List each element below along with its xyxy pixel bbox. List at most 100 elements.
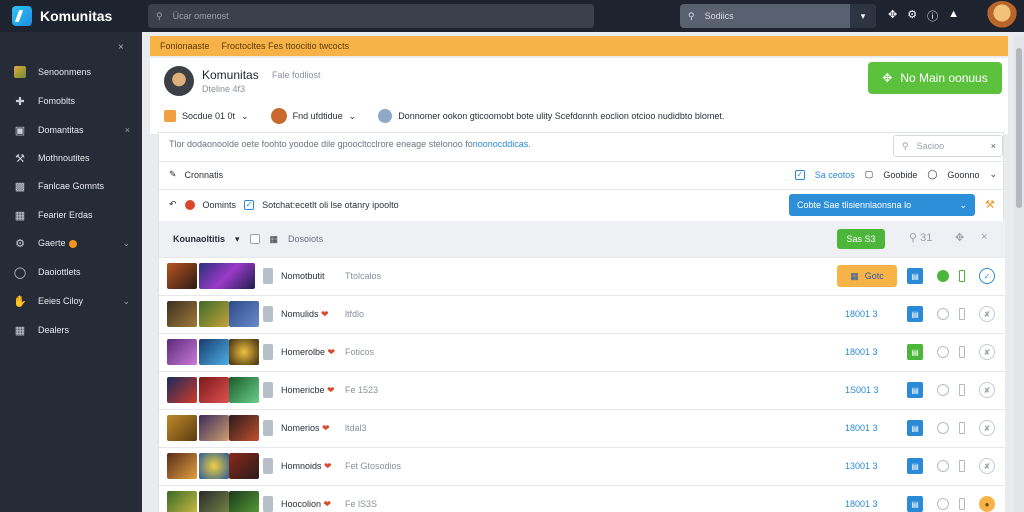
sidebar-item-4[interactable]: ▩ Fanlcae Gomnts (14, 180, 130, 193)
user-avatar (263, 458, 273, 474)
row-number: 18001 3 (845, 423, 878, 433)
status-icon (937, 422, 949, 434)
panel-search-input[interactable]: ⚲ Sacioo × (893, 135, 1003, 157)
bell-icon[interactable]: ▲ (948, 8, 959, 24)
row-name[interactable]: Homerolbe ❤ (281, 347, 335, 358)
action-icon[interactable]: ✘ (979, 306, 995, 322)
close-icon[interactable]: × (991, 141, 996, 151)
square-icon: ▢ (864, 169, 874, 179)
sidebar-item-7[interactable]: ◯ Daoiottlets (14, 266, 130, 279)
bulk-action-button[interactable]: Cobte Sae tlisiennlaonsna lo ⌄ (789, 194, 975, 216)
table-row[interactable]: Homerolbe ❤ Foticos 18001 3 ▤ ✘ (159, 333, 1005, 371)
scrollbar-thumb[interactable] (1016, 48, 1022, 208)
document-icon[interactable]: ▤ (907, 268, 923, 284)
row-name[interactable]: Homericbe ❤ (281, 385, 335, 396)
status-icon (937, 346, 949, 358)
row-tag: Fe lS3S (345, 499, 378, 509)
search-icon: ⚲ (688, 10, 695, 21)
dropdown-toggle[interactable]: ▾ (850, 4, 876, 28)
checkbox-label: Sotchat:ecetlt oli lse otanry ipoolto (262, 199, 399, 210)
checkbox[interactable] (249, 234, 260, 244)
primary-action-button[interactable]: ✥ No Main oonuus (868, 62, 1002, 94)
document-icon[interactable]: ▤ (907, 496, 923, 512)
owner-avatar (270, 108, 287, 124)
document-icon[interactable]: ▤ (907, 420, 923, 436)
status-pill[interactable]: ▦ Gotc (837, 265, 897, 287)
table-row[interactable]: Nomerios ❤ ltdal3 18001 3 ▤ ✘ (159, 409, 1005, 447)
edit-icon[interactable]: ✎ (169, 169, 177, 180)
document-icon[interactable]: ▤ (907, 306, 923, 322)
sidebar-item-3[interactable]: ⚒ Mothnoutites (14, 152, 130, 165)
table-row[interactable]: Nomotbutit Ttolcalos ▦ Gotc ▤ ✓ (159, 257, 1005, 295)
puzzle-icon[interactable]: ✥ (955, 231, 964, 244)
collapse-icon[interactable]: × (125, 125, 130, 135)
chevron-down-icon[interactable]: ⌄ (122, 238, 130, 249)
global-search-input[interactable]: ⚲ Ücar omenost (148, 4, 594, 28)
notice-link[interactable]: noonocddicas. (473, 139, 531, 149)
filter-option-2[interactable]: Goobide (883, 170, 917, 180)
chevron-down-icon[interactable]: ⌄ (989, 169, 997, 180)
refresh-icon[interactable]: ↶ (169, 199, 177, 210)
row-name[interactable]: Hoocolion ❤ (281, 499, 331, 510)
heart-icon: ❤ (324, 461, 332, 471)
close-icon[interactable]: × (118, 42, 124, 53)
chevron-down-icon[interactable]: ⌄ (122, 296, 130, 307)
row-name[interactable]: Homnoids ❤ (281, 461, 332, 472)
sidebar-item-6[interactable]: ⚙ Gaerte ⌄ (14, 237, 130, 250)
puzzle-icon[interactable]: ✥ (888, 8, 897, 24)
close-icon[interactable]: × (981, 231, 987, 243)
action-icon[interactable]: ✘ (979, 344, 995, 360)
sidebar-item-9[interactable]: ▦ Dealers (14, 324, 130, 337)
table-row[interactable]: Homericbe ❤ Fe 1523 1S001 3 ▤ ✘ (159, 371, 1005, 409)
app-logo[interactable]: Komunitas (0, 6, 142, 26)
user-avatar (263, 496, 273, 512)
table-row[interactable]: Hoocolion ❤ Fe lS3S 18001 3 ▤ ● (159, 485, 1005, 512)
chevron-down-icon[interactable]: ⌄ (241, 111, 249, 122)
user-avatar (263, 382, 273, 398)
vertical-scrollbar[interactable] (1014, 36, 1024, 512)
document-icon[interactable]: ▤ (907, 382, 923, 398)
action-icon[interactable]: ✘ (979, 382, 995, 398)
check-icon[interactable]: ✓ (979, 268, 995, 284)
meta-select-1[interactable]: Socdue 01 0t (182, 111, 235, 121)
chevron-down-icon[interactable]: ⌄ (349, 111, 357, 122)
status-icon (937, 498, 949, 510)
document-icon[interactable]: ▤ (907, 344, 923, 360)
row-name[interactable]: Nomotbutit (281, 271, 325, 281)
sort-select[interactable]: Kounaoltitis (173, 234, 225, 244)
add-button[interactable]: Sas S3 (837, 229, 885, 249)
checkbox[interactable]: ✓ (794, 169, 805, 180)
sidebar-item-8[interactable]: ✋ Eeies Ciloy ⌄ (13, 295, 130, 308)
row-name[interactable]: Nomulids ❤ (281, 309, 329, 320)
action-icon[interactable]: ✘ (979, 420, 995, 436)
row-name-text: Nomerios (281, 423, 320, 433)
info-icon[interactable]: ⓘ (927, 8, 938, 24)
filter-option-1[interactable]: Sa ceotos (815, 170, 855, 180)
thumbnail (229, 301, 259, 327)
document-icon[interactable]: ▤ (907, 458, 923, 474)
chevron-down-icon[interactable]: ▾ (235, 234, 240, 245)
tools-icon[interactable]: ⚒ (985, 198, 995, 211)
heart-icon: ❤ (323, 499, 332, 509)
thumbnail (167, 377, 197, 403)
gear-icon[interactable]: ⚙ (907, 8, 917, 24)
secondary-search[interactable]: ⚲ Sodiics ▾ (680, 4, 876, 28)
sidebar-item-5[interactable]: ▦ Fearier Erdas (14, 209, 130, 222)
sidebar-item-2[interactable]: ▣ Domantitas × (14, 124, 130, 137)
meta-select-2[interactable]: Fnd ufdtidue (293, 111, 343, 121)
thumbnail (167, 415, 197, 441)
table-row[interactable]: Nomulids ❤ ltfdlo 18001 3 ▤ ✘ (159, 295, 1005, 333)
row-name[interactable]: Nomerios ❤ (281, 423, 330, 434)
filter-option-3[interactable]: Goonno (947, 170, 979, 180)
bar-icon (959, 422, 965, 434)
lock-count-icon[interactable]: ⚲ 31 (909, 231, 932, 244)
sidebar-item-1[interactable]: ✚ Fomoblts (14, 95, 130, 108)
user-avatar[interactable] (986, 1, 1018, 31)
action-icon[interactable]: ✘ (979, 458, 995, 474)
table-row[interactable]: Homnoids ❤ Fet Gtosodios 13001 3 ▤ ✘ (159, 447, 1005, 485)
alert-text: Froctocltes Fes ttoocitio twcocts (221, 41, 350, 51)
sidebar-item-0[interactable]: Senoonmens (14, 66, 130, 78)
warning-icon[interactable]: ● (979, 496, 995, 512)
row-number: 1S001 3 (845, 385, 879, 395)
checkbox[interactable]: ✓ (244, 199, 255, 210)
